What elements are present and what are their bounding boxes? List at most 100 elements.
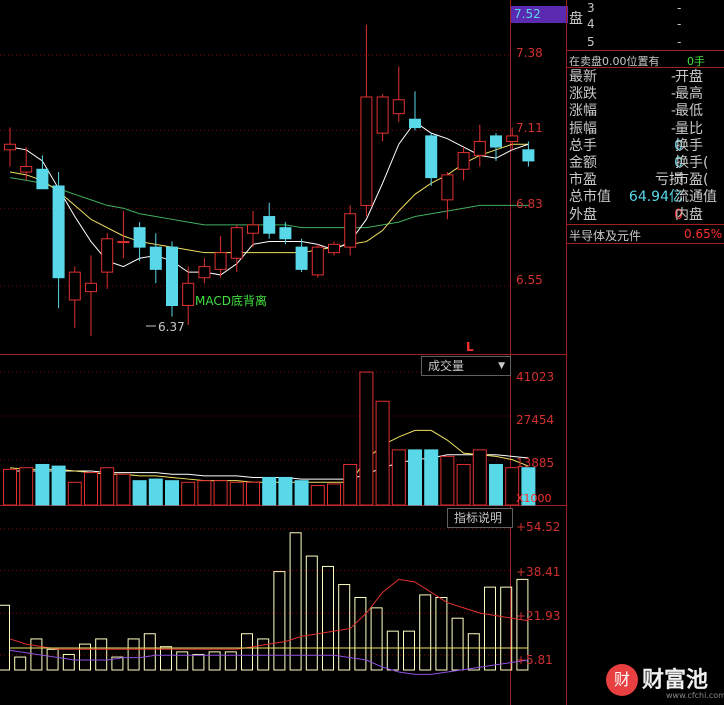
indicator-bar[interactable] (160, 646, 172, 671)
quote-key-2: 最高 (675, 86, 703, 103)
indicator-bar[interactable] (46, 648, 59, 671)
kline-chart[interactable]: 6.37 MACD底背离 L (0, 0, 566, 705)
volume-bar[interactable] (246, 481, 260, 506)
volume-bar[interactable] (278, 476, 293, 506)
volume-bar[interactable] (424, 449, 439, 506)
volume-bar[interactable] (472, 449, 487, 506)
candle[interactable] (311, 246, 324, 276)
candle[interactable] (85, 282, 97, 293)
indicator-bar[interactable] (176, 651, 189, 671)
volume-bar[interactable] (116, 473, 131, 506)
indicator-bar[interactable] (127, 638, 140, 671)
indicator-bar[interactable] (192, 653, 205, 671)
volume-selector[interactable]: 成交量 ▼ (421, 356, 511, 376)
indicator-bar[interactable] (451, 617, 464, 671)
volume-bar[interactable] (229, 481, 244, 506)
quote-row: 总手 0 换手 (567, 138, 724, 155)
volume-bar[interactable] (148, 478, 163, 506)
indicator-bar[interactable] (305, 555, 318, 671)
indicator-bar[interactable] (257, 638, 270, 671)
volume-bar[interactable] (181, 481, 196, 506)
macd-divergence-note: MACD底背离 (195, 293, 267, 308)
volume-bar[interactable] (391, 449, 406, 506)
candlesticks[interactable] (4, 24, 535, 337)
candle[interactable] (230, 227, 243, 259)
volume-bar[interactable] (165, 480, 179, 506)
candle[interactable] (247, 224, 259, 234)
volume-bar[interactable] (408, 449, 422, 506)
candle[interactable] (52, 185, 65, 279)
indicator-bar[interactable] (208, 651, 221, 671)
indicator-bar[interactable] (0, 604, 10, 671)
volume-bar[interactable] (489, 463, 503, 506)
indicator-bar[interactable] (62, 653, 75, 671)
volume-bar[interactable] (310, 485, 325, 506)
indicator-bar[interactable] (14, 656, 27, 671)
divider (567, 243, 724, 244)
candle[interactable] (344, 213, 357, 248)
indicator-bar[interactable] (403, 630, 415, 671)
candle[interactable] (20, 165, 33, 173)
candle[interactable] (182, 282, 195, 307)
volume-bar[interactable] (197, 480, 212, 506)
volume-bar[interactable] (35, 463, 50, 506)
volume-bar[interactable] (67, 481, 82, 506)
volume-bar[interactable] (375, 400, 390, 506)
indicator-bar[interactable] (289, 532, 302, 671)
volume-bar[interactable] (440, 455, 455, 506)
volume-bar[interactable] (84, 472, 98, 506)
candle[interactable] (441, 174, 454, 201)
volume-bar[interactable] (262, 476, 277, 506)
quote-key: 振幅 (569, 120, 597, 137)
indicator-bar[interactable] (241, 633, 253, 671)
volume-bar[interactable] (51, 465, 66, 506)
indicator-bar[interactable] (467, 633, 480, 671)
indicator-bar[interactable] (435, 597, 448, 671)
volume-bar[interactable] (343, 463, 358, 506)
candle[interactable] (149, 246, 162, 270)
candle[interactable] (101, 238, 114, 273)
candle[interactable] (360, 96, 373, 206)
volume-bar[interactable] (213, 480, 228, 506)
candle[interactable] (295, 246, 308, 270)
indicator-bar[interactable] (484, 586, 496, 671)
candle[interactable] (4, 143, 16, 151)
candle[interactable] (68, 271, 81, 301)
indicator-bar[interactable] (386, 630, 399, 671)
candle[interactable] (490, 135, 502, 148)
candle[interactable] (279, 227, 292, 240)
volume-bars[interactable] (3, 371, 536, 506)
volume-bar[interactable] (327, 483, 341, 506)
candle[interactable] (506, 135, 519, 142)
indicator-help-button[interactable]: 指标说明 (447, 508, 513, 528)
indicator-bar[interactable] (95, 638, 108, 671)
volume-bar[interactable] (456, 463, 471, 506)
volume-bar[interactable] (3, 468, 17, 506)
volume-bar[interactable] (294, 480, 309, 506)
candle[interactable] (457, 152, 470, 170)
candle[interactable] (409, 118, 421, 129)
volume-bar[interactable] (100, 467, 115, 506)
candle[interactable] (392, 99, 405, 115)
indicator-bar[interactable] (419, 594, 432, 671)
indicator-bar[interactable] (370, 607, 383, 671)
candle[interactable] (425, 135, 438, 179)
candle[interactable] (133, 227, 146, 248)
volume-bar[interactable] (359, 371, 374, 506)
candle[interactable] (473, 140, 486, 156)
sector-name[interactable]: 半导体及元件 (569, 227, 641, 244)
candle[interactable] (263, 216, 276, 234)
quote-row: 最新 - 开盘 (567, 69, 724, 86)
candle[interactable] (198, 266, 211, 279)
candle[interactable] (214, 252, 227, 270)
candle[interactable] (376, 96, 389, 134)
volume-bar[interactable] (19, 467, 34, 506)
candle[interactable] (328, 243, 340, 254)
indicator-bar[interactable] (143, 633, 156, 671)
volume-bar[interactable] (132, 480, 147, 506)
candle[interactable] (522, 149, 535, 162)
candle[interactable] (36, 168, 49, 190)
candle[interactable] (117, 241, 130, 244)
candle[interactable] (166, 246, 178, 307)
indicator-bar[interactable] (224, 651, 237, 671)
